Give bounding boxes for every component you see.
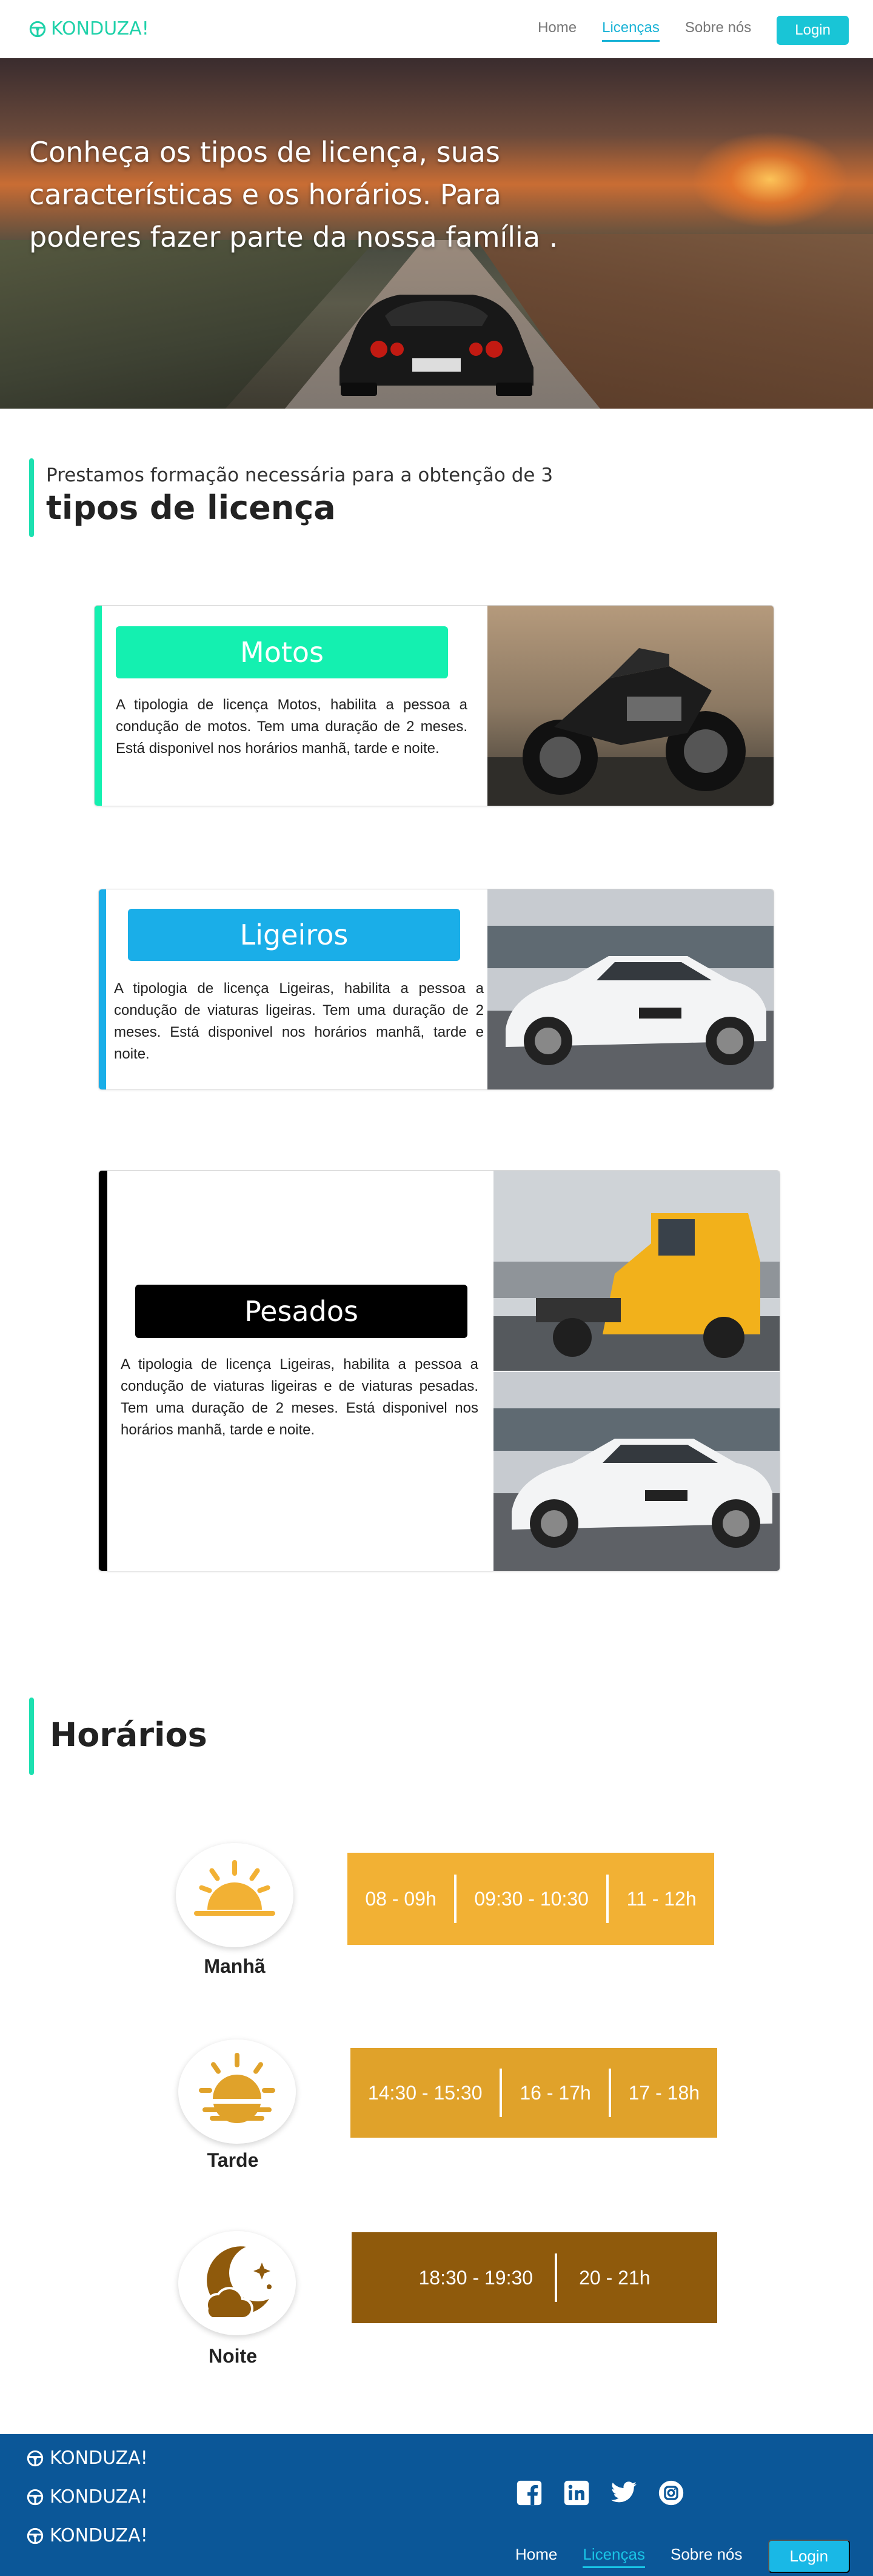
steering-wheel-icon xyxy=(27,2527,44,2544)
licenca-label-motos: Motos xyxy=(116,626,448,678)
period-label-noite: Noite xyxy=(209,2345,257,2367)
licencas-subtitle: Prestamos formação necessária para a obt… xyxy=(46,464,554,486)
steering-wheel-icon xyxy=(27,2450,44,2466)
card-accent-bar xyxy=(99,889,106,1089)
steering-wheel-icon xyxy=(29,21,46,37)
hero-banner: Conheça os tipos de licença, suas caract… xyxy=(0,58,873,409)
heading-accent-bar xyxy=(29,1698,34,1775)
card-accent-bar xyxy=(95,606,102,806)
licenca-desc-motos: A tipologia de licença Motos, habilita a… xyxy=(116,697,467,757)
licenca-card-ligeiros: Ligeiros A tipologia de licença Ligeiras… xyxy=(98,889,774,1090)
slot-manha-3[interactable]: 11 - 12h xyxy=(627,1888,697,1910)
motorcycle-image xyxy=(487,606,774,806)
slot-noite-2[interactable]: 20 - 21h xyxy=(579,2267,650,2289)
licenca-desc-ligeiros: A tipologia de licença Ligeiras, habilit… xyxy=(114,980,484,1062)
licencas-heading: Prestamos formação necessária para a obt… xyxy=(29,458,575,537)
brand-name: KONDUZA! xyxy=(51,18,149,39)
footer-brand-2[interactable]: KONDUZA! xyxy=(27,2486,148,2507)
truck-image xyxy=(493,1171,780,1371)
hero-sunset xyxy=(691,131,849,228)
card-accent-bar xyxy=(99,1171,107,1571)
footer-link-home[interactable]: Home xyxy=(515,2545,557,2568)
twitter-icon[interactable] xyxy=(609,2478,639,2508)
horarios-heading: Horários xyxy=(29,1698,393,1775)
footer-link-sobre-nos[interactable]: Sobre nós xyxy=(671,2545,743,2568)
licenca-label-ligeiros: Ligeiros xyxy=(128,909,460,961)
nav-link-licencas[interactable]: Licenças xyxy=(602,19,660,42)
moon-icon xyxy=(205,2246,272,2320)
period-icon-noite xyxy=(178,2231,296,2335)
period-icon-tarde xyxy=(178,2039,296,2144)
slot-tarde-2[interactable]: 16 - 17h xyxy=(520,2082,590,2104)
horarios-title: Horários xyxy=(50,1716,207,1754)
slots-tarde: 14:30 - 15:30 16 - 17h 17 - 18h xyxy=(350,2048,717,2138)
hero-headline: Conheça os tipos de licença, suas caract… xyxy=(29,136,558,253)
footer-brand-1[interactable]: KONDUZA! xyxy=(27,2447,148,2469)
slot-manha-2[interactable]: 09:30 - 10:30 xyxy=(474,1888,589,1910)
top-nav: KONDUZA! Home Licenças Sobre nós Login xyxy=(0,0,873,58)
footer-links: Home Licenças Sobre nós Login xyxy=(515,2540,851,2573)
facebook-icon[interactable] xyxy=(514,2478,544,2508)
licenca-card-motos: Motos A tipologia de licença Motos, habi… xyxy=(94,605,774,806)
footer-login-button[interactable]: Login xyxy=(768,2540,851,2573)
licenca-card-pesados: Pesados A tipologia de licença Ligeiras,… xyxy=(98,1170,780,1571)
slots-manha: 08 - 09h 09:30 - 10:30 11 - 12h xyxy=(347,1853,714,1945)
sunrise-icon xyxy=(194,1860,275,1916)
slot-tarde-1[interactable]: 14:30 - 15:30 xyxy=(368,2082,483,2104)
slot-tarde-3[interactable]: 17 - 18h xyxy=(629,2082,700,2104)
linkedin-icon[interactable] xyxy=(561,2478,592,2508)
sunset-icon xyxy=(199,2053,275,2123)
car-image xyxy=(487,889,774,1089)
instagram-icon[interactable] xyxy=(656,2478,686,2508)
footer-link-licencas[interactable]: Licenças xyxy=(583,2545,645,2568)
nav-links: Home Licenças Sobre nós Login xyxy=(538,16,849,45)
slot-manha-1[interactable]: 08 - 09h xyxy=(365,1888,436,1910)
page: KONDUZA! Home Licenças Sobre nós Login C… xyxy=(0,0,873,2576)
licenca-desc-pesados: A tipologia de licença Ligeiras, habilit… xyxy=(121,1356,478,1438)
footer-brand-3[interactable]: KONDUZA! xyxy=(27,2525,148,2546)
login-button[interactable]: Login xyxy=(777,16,849,45)
period-label-manha: Manhã xyxy=(204,1955,266,1977)
nav-link-home[interactable]: Home xyxy=(538,19,577,42)
car-image-2 xyxy=(493,1372,780,1571)
period-icon-manha xyxy=(176,1843,293,1947)
licenca-label-pesados: Pesados xyxy=(135,1285,467,1338)
slots-noite: 18:30 - 19:30 20 - 21h xyxy=(352,2232,717,2323)
steering-wheel-icon xyxy=(27,2489,44,2505)
hero-car-image xyxy=(340,295,534,396)
nav-link-sobre-nos[interactable]: Sobre nós xyxy=(685,19,751,42)
heading-accent-bar xyxy=(29,458,34,537)
slot-noite-1[interactable]: 18:30 - 19:30 xyxy=(418,2267,533,2289)
footer: KONDUZA! KONDUZA! KONDUZA! Home Licenças… xyxy=(0,2434,873,2576)
period-label-tarde: Tarde xyxy=(207,2149,259,2171)
licencas-title: tipos de licença xyxy=(46,489,336,527)
brand-logo[interactable]: KONDUZA! xyxy=(29,18,149,39)
